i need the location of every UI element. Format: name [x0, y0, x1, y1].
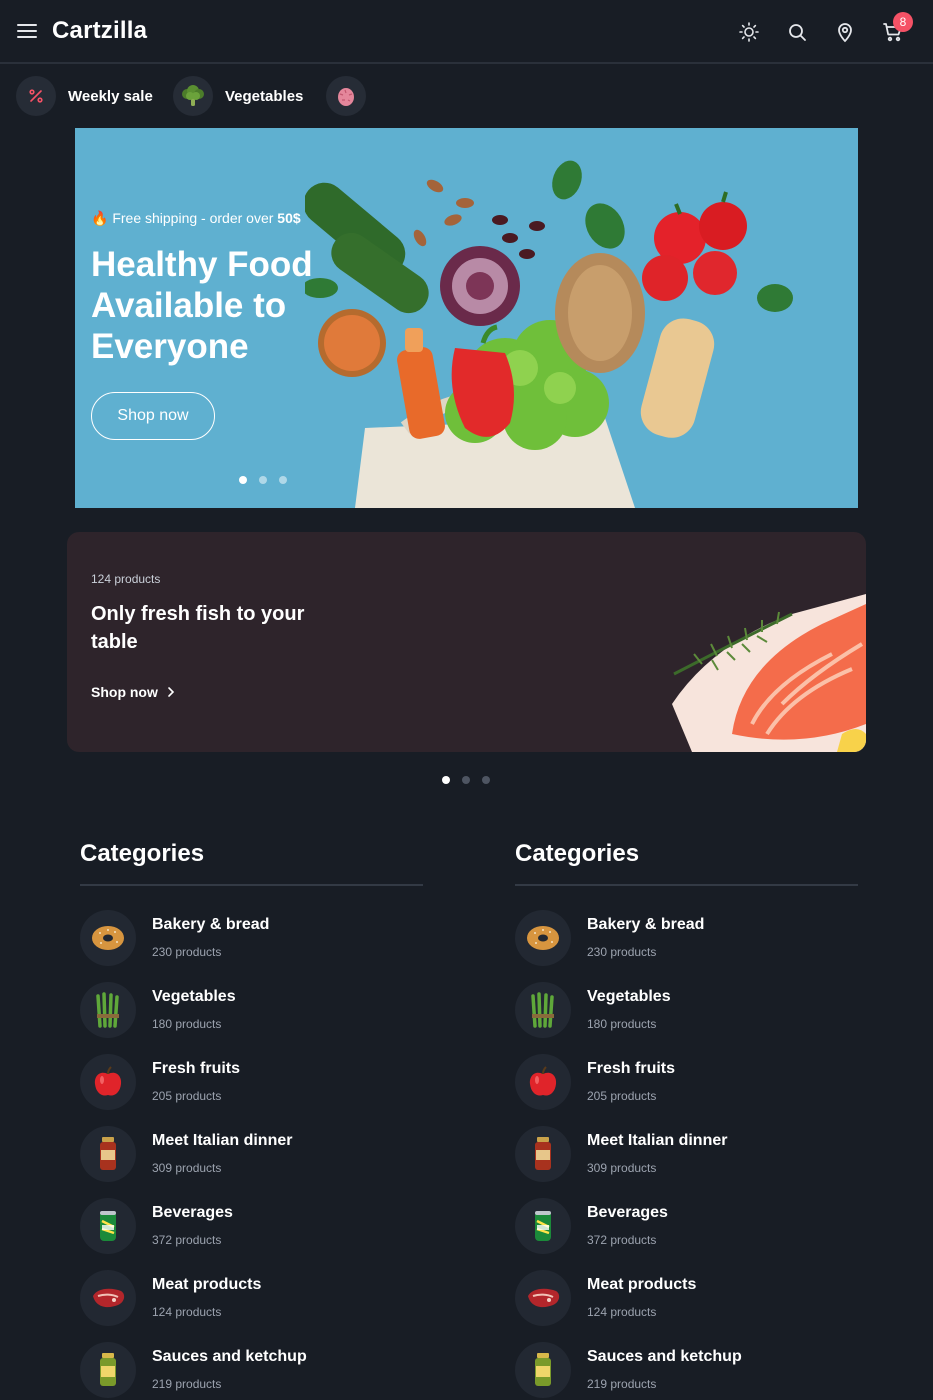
categories-column-right: Categories Bakery & bread 230 products V…	[515, 840, 858, 1400]
bagel-icon	[80, 910, 136, 966]
fish-promo-card: 124 products Only fresh fish to your tab…	[67, 532, 866, 752]
percent-icon[interactable]	[16, 76, 56, 116]
asparagus-icon	[80, 982, 136, 1038]
search-icon[interactable]	[785, 20, 809, 44]
category-item[interactable]: Beverages 372 products	[515, 1198, 858, 1270]
promo-title: Only fresh fish to your table	[91, 603, 305, 653]
brand-logo[interactable]: Cartzilla	[52, 17, 147, 45]
categories-heading: Categories	[80, 840, 205, 867]
promo-shop-now-link[interactable]: Shop now	[91, 684, 176, 700]
category-item[interactable]: Sauces and ketchup 219 products	[515, 1342, 858, 1400]
ketchup-jar-icon	[80, 1342, 136, 1398]
broccoli-icon[interactable]	[173, 76, 213, 116]
fire-icon: 🔥	[91, 210, 109, 226]
hero-dot-1[interactable]	[239, 476, 247, 484]
soda-can-icon	[80, 1198, 136, 1254]
categories-column-left: Categories Bakery & bread 230 products V…	[80, 840, 423, 1400]
dragon-fruit-icon[interactable]	[326, 76, 366, 116]
category-item[interactable]: Vegetables 180 products	[515, 982, 858, 1054]
category-item[interactable]: Meet Italian dinner 309 products	[80, 1126, 423, 1198]
salmon-fillet-illustration	[672, 594, 866, 752]
category-item[interactable]: Fresh fruits 205 products	[515, 1054, 858, 1126]
category-item[interactable]: Beverages 372 products	[80, 1198, 423, 1270]
apple-icon	[515, 1054, 571, 1110]
categories-heading: Categories	[515, 840, 640, 867]
promo-product-count: 124 products	[91, 572, 161, 586]
promo-dot-1[interactable]	[442, 776, 450, 784]
divider	[515, 884, 858, 886]
top-header: Cartzilla 8	[0, 0, 933, 64]
chevron-right-icon	[168, 687, 175, 697]
category-item[interactable]: Meat products 124 products	[515, 1270, 858, 1342]
steak-icon	[515, 1270, 571, 1326]
asparagus-icon	[515, 982, 571, 1038]
promo-dot-2[interactable]	[462, 776, 470, 784]
sun-icon[interactable]	[737, 20, 761, 44]
category-item[interactable]: Bakery & bread 230 products	[515, 910, 858, 982]
hero-banner: 🔥 Free shipping - order over 50$ Healthy…	[75, 128, 858, 508]
category-item[interactable]: Vegetables 180 products	[80, 982, 423, 1054]
bagel-icon	[515, 910, 571, 966]
category-item[interactable]: Bakery & bread 230 products	[80, 910, 423, 982]
hero-promo-text: 🔥 Free shipping - order over 50$	[91, 210, 301, 226]
divider	[80, 884, 423, 886]
soda-can-icon	[515, 1198, 571, 1254]
cart-count-badge: 8	[893, 12, 913, 32]
sauce-jar-icon	[80, 1126, 136, 1182]
category-item[interactable]: Fresh fruits 205 products	[80, 1054, 423, 1126]
apple-icon	[80, 1054, 136, 1110]
hero-dot-3[interactable]	[279, 476, 287, 484]
category-item[interactable]: Meat products 124 products	[80, 1270, 423, 1342]
hero-dot-2[interactable]	[259, 476, 267, 484]
category-item[interactable]: Meet Italian dinner 309 products	[515, 1126, 858, 1198]
hero-shop-now-button[interactable]: Shop now	[91, 392, 215, 440]
promo-dot-3[interactable]	[482, 776, 490, 784]
hero-title: Healthy Food Available to Everyone	[91, 245, 313, 366]
category-item[interactable]: Sauces and ketchup 219 products	[80, 1342, 423, 1400]
chip-vegetables[interactable]: Vegetables	[225, 88, 303, 105]
menu-icon[interactable]	[17, 24, 37, 40]
ketchup-jar-icon	[515, 1342, 571, 1398]
chip-weekly-sale[interactable]: Weekly sale	[68, 88, 153, 105]
sauce-jar-icon	[515, 1126, 571, 1182]
location-pin-icon[interactable]	[833, 20, 857, 44]
steak-icon	[80, 1270, 136, 1326]
